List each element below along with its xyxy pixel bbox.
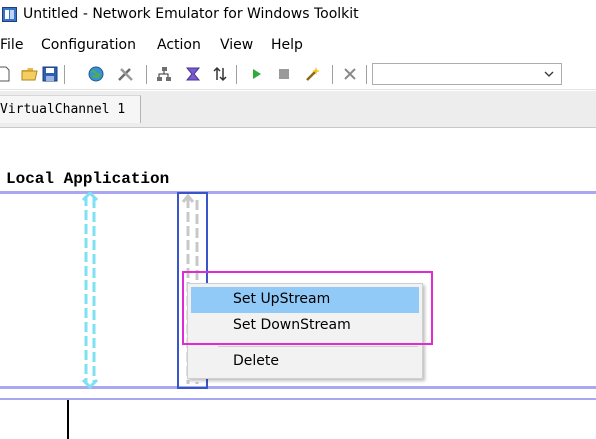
menu-configuration[interactable]: Configuration [41, 37, 136, 53]
sort-icon[interactable] [210, 64, 230, 84]
stop-icon[interactable] [274, 64, 294, 84]
wand-icon[interactable] [303, 64, 323, 84]
toolbar-separator [366, 65, 367, 84]
open-icon[interactable] [20, 64, 40, 84]
menu-item-delete[interactable]: Delete [191, 349, 419, 375]
chevron-down-icon [544, 71, 554, 77]
title-bar: Untitled - Network Emulator for Windows … [0, 0, 596, 32]
globe-icon[interactable] [86, 64, 106, 84]
tab-virtualchannel-1[interactable]: VirtualChannel 1 [0, 95, 141, 123]
downstream-arrow[interactable] [78, 192, 102, 390]
vertical-connector [67, 400, 69, 439]
app-icon [2, 7, 17, 22]
menu-item-label: Delete [233, 353, 279, 369]
menu-action[interactable]: Action [157, 37, 201, 53]
window-title: Untitled - Network Emulator for Windows … [23, 6, 359, 22]
tools-icon[interactable] [116, 64, 136, 84]
tab-label: VirtualChannel 1 [0, 102, 126, 117]
menu-view[interactable]: View [220, 37, 253, 53]
menu-help[interactable]: Help [271, 37, 303, 53]
menu-separator [218, 346, 418, 347]
toolbar-separator [146, 65, 147, 84]
menu-file[interactable]: File [0, 37, 23, 53]
filter-icon[interactable] [183, 64, 203, 84]
toolbar [0, 60, 596, 90]
new-icon[interactable] [0, 64, 14, 84]
bottom-channel-line [0, 398, 596, 400]
toolbar-separator [236, 65, 237, 84]
tab-strip: VirtualChannel 1 [0, 91, 596, 128]
highlight-annotation-box [182, 271, 433, 345]
play-icon[interactable] [247, 64, 267, 84]
menu-bar: File Configuration Action View Help [0, 34, 596, 58]
close-icon[interactable] [340, 64, 360, 84]
toolbar-separator [332, 65, 333, 84]
save-icon[interactable] [40, 64, 60, 84]
channel-combo[interactable] [372, 63, 562, 85]
network-icon[interactable] [154, 64, 174, 84]
toolbar-separator [64, 65, 65, 84]
section-title: Local Application [6, 170, 170, 188]
